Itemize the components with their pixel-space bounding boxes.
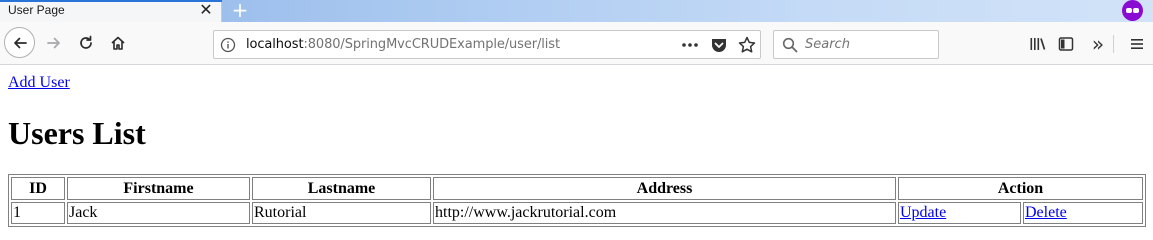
hamburger-menu-icon — [1131, 39, 1143, 49]
reload-button[interactable] — [71, 28, 101, 58]
pocket-icon[interactable] — [710, 36, 728, 54]
library-button[interactable] — [1025, 31, 1051, 57]
column-header-firstname: Firstname — [67, 177, 250, 200]
search-icon — [782, 37, 798, 53]
tab-close-icon[interactable]: ✕ — [198, 1, 214, 19]
forward-arrow-icon — [47, 37, 60, 49]
url-text[interactable]: localhost:8080/SpringMvcCRUDExample/user… — [246, 37, 560, 52]
active-tab-indicator — [0, 0, 222, 2]
update-link[interactable]: Update — [900, 204, 946, 221]
sidebar-icon — [1058, 37, 1074, 51]
page-actions-icon[interactable] — [680, 37, 700, 53]
column-header-id: ID — [11, 177, 65, 200]
search-box[interactable]: Search — [773, 30, 939, 59]
reload-icon — [80, 35, 92, 49]
page-title: Users List — [8, 115, 146, 151]
library-icon — [1030, 38, 1046, 50]
back-arrow-icon — [13, 37, 27, 48]
toolbar-separator — [1113, 35, 1114, 53]
cell-update: Update — [898, 202, 1021, 224]
users-table: ID Firstname Lastname Address Action 1 J… — [8, 174, 1146, 227]
tab-user-page[interactable]: User Page ✕ — [0, 0, 222, 22]
bookmark-star-icon[interactable] — [737, 35, 757, 55]
cell-id: 1 — [11, 202, 65, 224]
overflow-menu-button[interactable]: » — [1085, 31, 1111, 57]
address-bar[interactable]: localhost:8080/SpringMvcCRUDExample/user… — [213, 30, 761, 59]
column-header-lastname: Lastname — [252, 177, 431, 200]
site-info-icon[interactable] — [220, 37, 236, 53]
add-user-link[interactable]: Add User — [8, 74, 70, 92]
table-header-row: ID Firstname Lastname Address Action — [11, 177, 1143, 200]
cell-address: http://www.jackrutorial.com — [433, 202, 896, 224]
cell-lastname: Rutorial — [252, 202, 431, 224]
search-placeholder: Search — [805, 37, 850, 52]
forward-button[interactable] — [39, 28, 69, 58]
sidebars-button[interactable] — [1053, 31, 1079, 57]
cell-delete: Delete — [1023, 202, 1143, 224]
private-browsing-icon — [1122, 0, 1143, 21]
column-header-action: Action — [898, 177, 1143, 200]
navigation-toolbar: localhost:8080/SpringMvcCRUDExample/user… — [0, 22, 1153, 65]
column-header-address: Address — [433, 177, 896, 200]
home-button[interactable] — [103, 28, 133, 58]
page-content: Add User Users List ID Firstname Lastnam… — [0, 66, 1153, 240]
url-host: localhost — [246, 37, 304, 52]
home-icon — [111, 36, 125, 50]
new-tab-icon[interactable]: + — [230, 0, 250, 21]
cell-firstname: Jack — [67, 202, 250, 224]
main-menu-button[interactable] — [1124, 31, 1150, 57]
url-path: :8080/SpringMvcCRUDExample/user/list — [303, 37, 560, 52]
tab-title: User Page — [8, 3, 65, 17]
tab-strip: User Page ✕ + — [0, 0, 1153, 22]
back-button[interactable] — [4, 27, 35, 58]
delete-link[interactable]: Delete — [1025, 204, 1067, 221]
overflow-chevron-icon: » — [1091, 32, 1105, 56]
table-row: 1 Jack Rutorial http://www.jackrutorial.… — [11, 202, 1143, 224]
